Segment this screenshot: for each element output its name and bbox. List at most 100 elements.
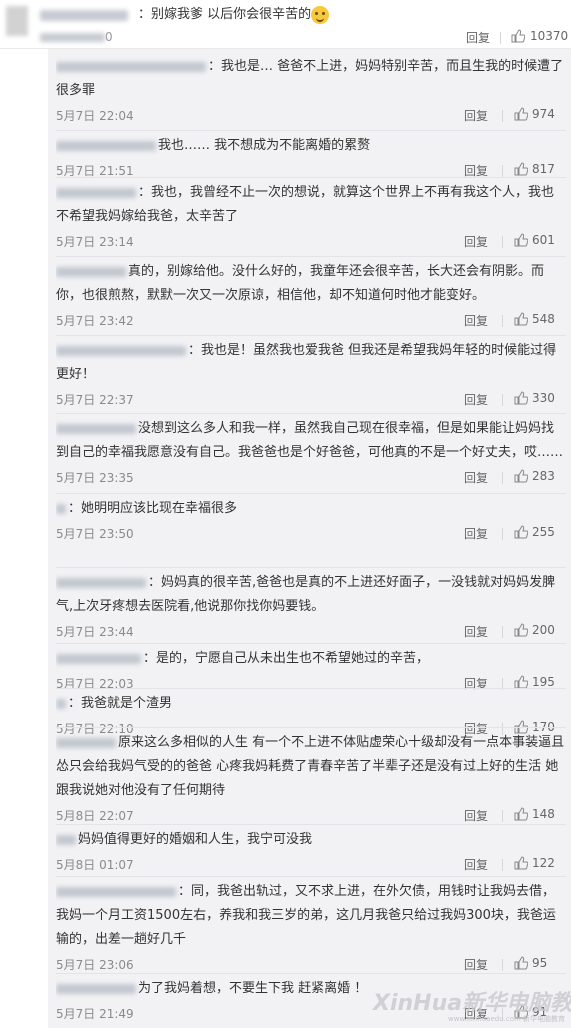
username-blurred[interactable] bbox=[56, 577, 146, 588]
comment-item: ：我也是！虽然我也爱我爸 但我还是希望我妈年轻的时候能过得更好！ 5月7日 22:… bbox=[56, 339, 566, 409]
comment-item: ：我也是… 爸爸不上进，妈妈特别辛苦，而且生我的时候遭了很多罪 5月7日 22:0… bbox=[56, 55, 566, 125]
comment-text: ：我也是！虽然我也爱我爸 但我还是希望我妈年轻的时候能过得更好！ bbox=[56, 339, 566, 387]
username-blurred[interactable] bbox=[40, 5, 128, 24]
comment-meta: 5月8日 22:07 回复 148 bbox=[56, 805, 566, 825]
username-blurred[interactable] bbox=[56, 266, 126, 277]
comment-text: ：我也，我曾经不止一次的想说，就算这个世界上不再有我这个人，我也不希望我妈嫁给我… bbox=[56, 181, 566, 229]
comment-date: 5月7日 23:35 bbox=[56, 471, 134, 485]
thumbs-up-icon[interactable] bbox=[514, 107, 528, 121]
reply-button[interactable]: 回复 bbox=[464, 675, 488, 692]
thumbs-up-icon[interactable] bbox=[514, 623, 528, 637]
comment-body: 我也…… 我不想成为不能离婚的累赘 bbox=[158, 138, 371, 153]
comment-item: 没想到这么多人和我一样，虽然我自己现在很幸福，但是如果能让妈妈找到自己的幸福我愿… bbox=[56, 417, 566, 487]
comment-date: 5月7日 23:44 bbox=[56, 625, 134, 639]
reply-button[interactable]: 回复 bbox=[464, 107, 488, 124]
like-count: 601 bbox=[532, 233, 555, 247]
comment-separator bbox=[56, 567, 566, 568]
comment-item: ：妈妈真的很辛苦,爸爸也是真的不上进还好面子，一没钱就对妈妈发脾气,上次牙疼想去… bbox=[56, 571, 566, 641]
comment-text: 真的，别嫁给他。没什么好的，我童年还会很辛苦，长大还会有阴影。而你，也很煎熬，默… bbox=[56, 260, 566, 308]
comment-meta: 5月7日 23:14 回复 601 bbox=[56, 231, 566, 251]
comment-text: ：她明明应该比现在幸福很多 bbox=[56, 497, 566, 521]
thumbs-up-icon[interactable] bbox=[514, 675, 528, 689]
comment-item: 我也…… 我不想成为不能离婚的累赘 5月7日 21:51 回复 817 bbox=[56, 134, 566, 180]
comment-item: ：是的，宁愿自己从未出生也不希望她过的辛苦， 5月7日 22:03 回复 195 bbox=[56, 647, 566, 693]
username-blurred[interactable] bbox=[56, 503, 66, 514]
comment-body: 妈妈值得更好的婚姻和人生，我宁可没我 bbox=[78, 832, 313, 847]
comment-text: 原来这么多相似的人生 有一个不上进不体贴虚荣心十级却没有一点本事装逼且怂只会给我… bbox=[56, 731, 566, 803]
reply-button[interactable]: 回复 bbox=[464, 807, 488, 824]
comment-text: ：妈妈真的很辛苦,爸爸也是真的不上进还好面子，一没钱就对妈妈发脾气,上次牙疼想去… bbox=[56, 571, 566, 619]
thumbs-up-icon[interactable] bbox=[514, 469, 528, 483]
comment-date: 5月7日 21:49 bbox=[56, 1007, 134, 1021]
reply-button[interactable]: 回复 bbox=[464, 856, 488, 873]
comment-text: 没想到这么多人和我一样，虽然我自己现在很幸福，但是如果能让妈妈找到自己的幸福我愿… bbox=[56, 417, 566, 465]
thumbs-up-icon[interactable] bbox=[514, 162, 528, 176]
comment-date: 0 bbox=[40, 30, 113, 44]
thumbs-up-icon[interactable] bbox=[514, 391, 528, 405]
divider bbox=[502, 626, 503, 638]
divider bbox=[502, 165, 503, 177]
thumbs-up-icon[interactable] bbox=[514, 856, 528, 870]
avatar[interactable] bbox=[6, 6, 28, 36]
comment-separator bbox=[56, 973, 566, 974]
comment-meta: 5月8日 01:07 回复 122 bbox=[56, 854, 566, 874]
reply-button[interactable]: 回复 bbox=[464, 956, 488, 973]
comment-meta: 5月7日 22:04 回复 974 bbox=[56, 105, 566, 125]
comment-separator bbox=[56, 256, 566, 257]
thumbs-up-icon[interactable] bbox=[514, 233, 528, 247]
comment-text: 我也…… 我不想成为不能离婚的累赘 bbox=[56, 134, 566, 158]
divider bbox=[502, 394, 503, 406]
reply-button[interactable]: 回复 bbox=[464, 623, 488, 640]
thumbs-up-icon[interactable] bbox=[514, 956, 528, 970]
reply-button[interactable]: 回复 bbox=[464, 525, 488, 542]
comment-date: 5月7日 22:37 bbox=[56, 393, 134, 407]
reply-button[interactable]: 回复 bbox=[464, 469, 488, 486]
comment-text: 妈妈值得更好的婚姻和人生，我宁可没我 bbox=[56, 828, 566, 852]
comment-item: 真的，别嫁给他。没什么好的，我童年还会很辛苦，长大还会有阴影。而你，也很煎熬，默… bbox=[56, 260, 566, 330]
reply-button[interactable]: 回复 bbox=[464, 391, 488, 408]
like-count: 195 bbox=[532, 675, 555, 689]
username-blurred[interactable] bbox=[56, 737, 116, 748]
comment-meta: 5月7日 23:44 回复 200 bbox=[56, 621, 566, 641]
watermark-url: www.xinhuaedu.com 新华电脑教育 bbox=[448, 1015, 566, 1023]
smile-emoji-icon bbox=[311, 5, 330, 24]
thumbs-up-icon[interactable] bbox=[514, 312, 528, 326]
like-count: 974 bbox=[532, 107, 555, 121]
username-blurred[interactable] bbox=[56, 886, 176, 897]
comment-body: 为了我妈着想，不要生下我 赶紧离婚 ！ bbox=[138, 981, 368, 996]
comment-separator bbox=[56, 727, 566, 728]
username-blurred[interactable] bbox=[56, 187, 136, 198]
comment-body: ：我爸就是个渣男 bbox=[68, 696, 173, 711]
divider bbox=[502, 110, 503, 122]
divider bbox=[502, 236, 503, 248]
username-blurred[interactable] bbox=[56, 140, 156, 151]
like-count: 10370 bbox=[530, 29, 569, 43]
username-blurred[interactable] bbox=[56, 698, 66, 709]
comment-text: ：我爸就是个渣男 bbox=[56, 692, 566, 716]
comment-separator bbox=[56, 824, 566, 825]
username-blurred[interactable] bbox=[56, 345, 186, 356]
comment-item: ：同，我爸出轨过，又不求上进，在外欠债，用钱时让我妈去借，我妈一个月工资1500… bbox=[56, 880, 566, 974]
comment-separator bbox=[56, 688, 566, 689]
username-blurred[interactable] bbox=[56, 423, 136, 434]
username-blurred[interactable] bbox=[56, 983, 136, 994]
like-count: 95 bbox=[532, 956, 548, 970]
thumbs-up-icon[interactable] bbox=[514, 525, 528, 539]
username-blurred[interactable] bbox=[56, 834, 76, 845]
like-count: 122 bbox=[532, 856, 555, 870]
divider bbox=[502, 859, 503, 871]
reply-button[interactable]: 回复 bbox=[464, 233, 488, 250]
username-blurred[interactable] bbox=[56, 653, 141, 664]
like-count: 255 bbox=[532, 525, 555, 539]
thumbs-up-icon[interactable] bbox=[511, 29, 525, 43]
comment-body: 原来这么多相似的人生 有一个不上进不体贴虚荣心十级却没有一点本事装逼且怂只会给我… bbox=[56, 735, 565, 798]
comment-text: ：我也是… 爸爸不上进，妈妈特别辛苦，而且生我的时候遭了很多罪 bbox=[56, 55, 566, 103]
comment-separator bbox=[56, 643, 566, 644]
reply-button[interactable]: 回复 bbox=[464, 312, 488, 329]
thumbs-up-icon[interactable] bbox=[514, 807, 528, 821]
divider bbox=[502, 472, 503, 484]
watermark-logo: XinHua新华电脑教育 bbox=[373, 991, 571, 1016]
username-blurred[interactable] bbox=[56, 61, 206, 72]
comment-meta: 5月7日 23:50 回复 255 bbox=[56, 523, 566, 543]
reply-button[interactable]: 回复 bbox=[466, 29, 490, 46]
